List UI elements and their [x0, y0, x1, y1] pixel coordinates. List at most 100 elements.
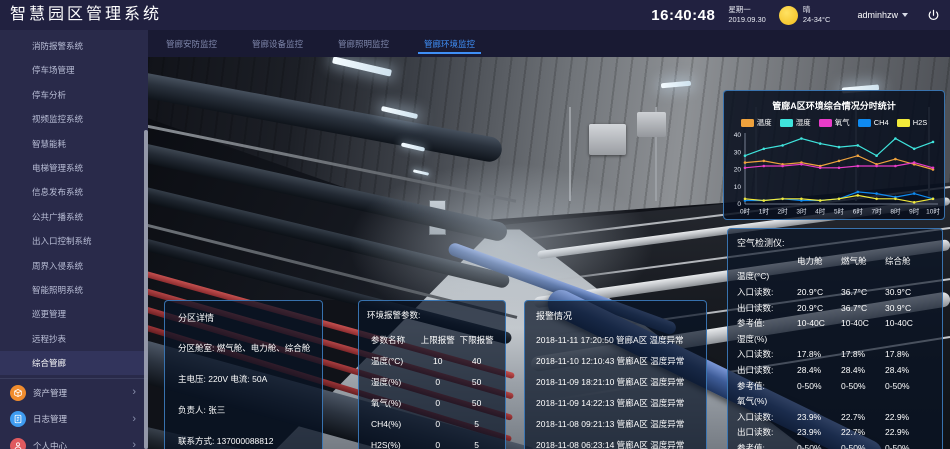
sidebar-group[interactable]: 资产管理›	[0, 379, 148, 406]
chevron-right-icon: ›	[132, 414, 136, 425]
top-header: 智慧园区管理系统 16:40:48 星期一 2019.09.30 晴 24-34…	[0, 0, 950, 30]
sidebar-item[interactable]: 远程抄表	[0, 327, 148, 351]
chevron-right-icon: ›	[132, 440, 136, 449]
params-row: 温度(°C)1040	[367, 350, 497, 371]
air-value-cell: 36.7°C	[841, 303, 885, 313]
sidebar-item[interactable]: 巡更管理	[0, 302, 148, 326]
legend-item: 氧气	[819, 117, 850, 128]
legend-item: CH4	[858, 118, 889, 127]
power-button[interactable]	[927, 9, 940, 22]
legend-label: 湿度	[796, 117, 811, 128]
sidebar-item[interactable]: 智慧能耗	[0, 132, 148, 156]
sidebar-group[interactable]: 个人中心›	[0, 432, 148, 449]
params-header-cell: 参数名称	[367, 334, 419, 346]
sidebar-groups: 资产管理›日志管理›个人中心›	[0, 378, 148, 449]
sidebar-item[interactable]: 电梯管理系统	[0, 156, 148, 180]
air-row-label: 出口读数:	[737, 364, 797, 376]
svg-text:7时: 7时	[872, 207, 883, 216]
params-header-cell: 上限报警	[419, 334, 456, 346]
params-cell: 温度(°C)	[367, 355, 419, 367]
user-icon	[10, 438, 26, 449]
params-cell: 氧气(%)	[367, 397, 419, 409]
zone-detail-panel: 分区详情 分区舱室: 燃气舱、电力舱、综合舱主电压: 220V 电流: 50A负…	[164, 300, 323, 449]
user-menu[interactable]: adminhzw	[857, 10, 908, 20]
app-root: 智慧园区管理系统 16:40:48 星期一 2019.09.30 晴 24-34…	[0, 0, 950, 449]
air-column-header: 燃气舱	[841, 255, 885, 267]
legend-label: H2S	[913, 118, 928, 127]
air-value-cell: 20.9°C	[797, 303, 841, 313]
sidebar-item[interactable]: 综合管廊	[0, 351, 148, 375]
legend-label: CH4	[874, 118, 889, 127]
air-data-row: 参考值:10-40C10-40C10-40C	[737, 315, 933, 331]
legend-swatch	[780, 119, 793, 127]
air-value-cell: 0-50%	[841, 443, 885, 449]
svg-text:4时: 4时	[815, 207, 826, 216]
air-row-label: 出口读数:	[737, 302, 797, 314]
params-cell: 0	[419, 377, 456, 387]
sidebar-item[interactable]: 消防报警系统	[0, 34, 148, 58]
params-cell: 0	[419, 419, 456, 429]
sidebar-group[interactable]: 日志管理›	[0, 406, 148, 433]
svg-text:0时: 0时	[740, 207, 751, 216]
sidebar-scrollbar[interactable]	[144, 130, 148, 449]
air-data-row: 入口读数:23.9%22.7%22.9%	[737, 409, 933, 425]
ceiling-equipment-box	[637, 112, 666, 137]
sidebar-item[interactable]: 公共广播系统	[0, 205, 148, 229]
air-value-cell: 17.8%	[885, 349, 929, 359]
svg-text:9时: 9时	[909, 207, 920, 216]
date-block: 星期一 2019.09.30	[728, 5, 766, 25]
air-data-row: 出口读数:23.9%22.7%22.9%	[737, 425, 933, 441]
params-header-row: 参数名称上限报警下限报警	[367, 329, 497, 350]
params-cell: 0	[419, 440, 456, 449]
temp-range-label: 24-34°C	[803, 15, 831, 25]
env-line-chart: 0102030400时1时2时3时4时5时6时7时8时9时10时	[728, 130, 940, 218]
air-value-cell: 10-40C	[885, 318, 929, 328]
svg-text:40: 40	[734, 132, 742, 139]
air-value-cell: 0-50%	[797, 443, 841, 449]
asset-icon	[10, 385, 26, 401]
sidebar-item[interactable]: 视频监控系统	[0, 107, 148, 131]
air-row-label: 参考值:	[737, 442, 797, 449]
alarm-list-item: 2018-11-09 14:22:13 管廊A区 温度异常	[536, 392, 695, 413]
legend-item: 温度	[741, 117, 772, 128]
log-icon	[10, 411, 26, 427]
alarm-list-item: 2018-11-08 09:21:13 管廊A区 温度异常	[536, 413, 695, 434]
params-row: 湿度(%)050	[367, 371, 497, 392]
air-data-row: 参考值:0-50%0-50%0-50%	[737, 378, 933, 394]
alarm-panel-title: 报警情况	[536, 309, 695, 322]
tab[interactable]: 管廊安防监控	[157, 30, 226, 57]
params-cell: CH4(%)	[367, 419, 419, 429]
tunnel-image: 管廊A区环境综合情况分时统计 温度湿度氧气CH4H2S 0102030400时1…	[148, 57, 950, 449]
svg-text:2时: 2时	[778, 207, 789, 216]
alarm-list-item: 2018-11-11 17:20:50 管廊A区 温度异常	[536, 329, 695, 350]
chevron-down-icon	[902, 13, 908, 17]
sidebar-item[interactable]: 周界入侵系统	[0, 254, 148, 278]
params-row: 氧气(%)050	[367, 392, 497, 413]
sidebar-item[interactable]: 信息发布系统	[0, 180, 148, 204]
air-value-cell: 10-40C	[797, 318, 841, 328]
tab[interactable]: 管廊环境监控	[415, 30, 484, 57]
air-value-cell: 30.9°C	[885, 287, 929, 297]
tab[interactable]: 管廊设备监控	[243, 30, 312, 57]
params-cell: H2S(%)	[367, 440, 419, 449]
sidebar-item[interactable]: 停车分析	[0, 83, 148, 107]
sidebar-item[interactable]: 出入口控制系统	[0, 229, 148, 253]
sidebar-item[interactable]: 智能照明系统	[0, 278, 148, 302]
air-section-title: 温度(°C)	[737, 269, 933, 285]
sidebar-group-label: 日志管理	[33, 413, 132, 425]
params-cell: 湿度(%)	[367, 376, 419, 388]
legend-label: 氧气	[835, 117, 850, 128]
svg-text:10时: 10时	[926, 207, 940, 216]
alarm-params-panel: 环境报警参数: 参数名称上限报警下限报警温度(°C)1040湿度(%)050氧气…	[358, 300, 506, 449]
sidebar-item[interactable]: 停车场管理	[0, 58, 148, 82]
air-value-cell: 17.8%	[841, 349, 885, 359]
air-column-header: 电力舱	[797, 255, 841, 267]
air-section-title: 湿度(%)	[737, 331, 933, 347]
tab[interactable]: 管廊照明监控	[329, 30, 398, 57]
zone-detail-row: 联系方式: 137000088812	[178, 435, 309, 447]
ceiling-equipment-box	[589, 124, 626, 155]
air-data-row: 出口读数:20.9°C36.7°C30.9°C	[737, 300, 933, 316]
legend-item: 湿度	[780, 117, 811, 128]
air-data-row: 参考值:0-50%0-50%0-50%	[737, 440, 933, 449]
sidebar-nav: 消防报警系统停车场管理停车分析视频监控系统智慧能耗电梯管理系统信息发布系统公共广…	[0, 30, 148, 375]
